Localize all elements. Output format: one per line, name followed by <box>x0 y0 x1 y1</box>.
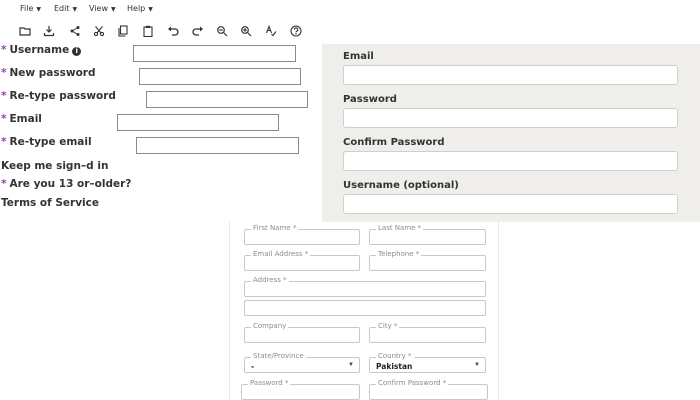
state-province-select[interactable]: State/Province - ▼ <box>244 352 360 373</box>
menu-view[interactable]: View ▼ <box>89 4 116 13</box>
email-label: Email <box>343 51 374 62</box>
new-password-input[interactable] <box>139 68 301 85</box>
terms-of-service-link[interactable]: Terms of Service <box>1 197 99 209</box>
first-name-field[interactable]: First Name * <box>244 224 360 245</box>
required-mark: * <box>1 44 7 56</box>
menu-file-label: File <box>20 4 34 13</box>
help-icon[interactable] <box>287 22 305 40</box>
chevron-down-icon: ▼ <box>148 6 153 13</box>
spellcheck-icon[interactable] <box>262 22 280 40</box>
country-label: Country * <box>376 352 414 360</box>
new-password-label: * New password <box>1 67 95 79</box>
telephone-field[interactable]: Telephone * <box>369 250 486 271</box>
menu-file[interactable]: File ▼ <box>20 4 41 13</box>
download-icon[interactable] <box>40 22 58 40</box>
copy-icon[interactable] <box>114 22 132 40</box>
confirm-password-field[interactable]: Confirm Password * <box>369 379 488 400</box>
menu-help-label: Help <box>127 4 146 13</box>
username-optional-label: Username (optional) <box>343 180 459 191</box>
username-label: * Username i <box>1 44 82 56</box>
toolbar <box>0 18 700 44</box>
confirm-password-input[interactable] <box>343 151 678 171</box>
country-value: Pakistan <box>376 362 413 371</box>
chevron-down-icon: ▼ <box>110 6 116 13</box>
redo-icon[interactable] <box>189 22 207 40</box>
first-name-label: First Name * <box>251 224 299 232</box>
address-form-card: First Name * Last Name * Email Address *… <box>229 222 499 400</box>
age-question-label[interactable]: * Are you 13 or–older? <box>1 178 131 190</box>
company-field[interactable]: Company <box>244 322 360 343</box>
required-mark: * <box>1 67 7 79</box>
required-mark: * <box>1 90 7 102</box>
retype-email-label-text: Re-type email <box>9 136 92 148</box>
company-label: Company <box>251 322 289 330</box>
country-select[interactable]: Country * Pakistan ▼ <box>369 352 486 373</box>
state-province-label: State/Province <box>251 352 306 360</box>
folder-open-icon[interactable] <box>16 22 34 40</box>
username-input[interactable] <box>133 45 296 62</box>
email-input[interactable] <box>117 114 279 131</box>
address-label: Address * <box>251 276 289 284</box>
retype-password-input[interactable] <box>146 91 308 108</box>
confirm-password-label: Confirm Password * <box>376 379 449 387</box>
menu-edit[interactable]: Edit ▼ <box>54 4 77 13</box>
chevron-down-icon: ▼ <box>474 362 480 368</box>
username-label-text: Username <box>9 44 70 56</box>
required-mark: * <box>1 113 7 125</box>
username-optional-input[interactable] <box>343 194 678 214</box>
email-label: * Email <box>1 113 42 125</box>
age-question-label-text: Are you 13 or–older? <box>9 178 132 190</box>
new-password-label-text: New password <box>9 67 96 79</box>
menu-help[interactable]: Help ▼ <box>127 4 153 13</box>
city-field[interactable]: City * <box>369 322 486 343</box>
confirm-password-label: Confirm Password <box>343 137 445 148</box>
chevron-down-icon: ▼ <box>72 6 78 13</box>
password-label: Password * <box>248 379 291 387</box>
retype-password-label-text: Re-type password <box>9 90 116 102</box>
telephone-label: Telephone * <box>376 250 422 258</box>
address-field[interactable]: Address * <box>244 276 486 297</box>
required-mark: * <box>1 136 7 148</box>
menu-edit-label: Edit <box>54 4 70 13</box>
signup-panel: Email Password Confirm Password Username… <box>322 44 700 222</box>
menu-view-label: View <box>89 4 108 13</box>
password-input[interactable] <box>343 108 678 128</box>
menu-bar: File ▼ Edit ▼ View ▼ Help ▼ <box>0 0 700 18</box>
email-address-field[interactable]: Email Address * <box>244 250 360 271</box>
retype-email-input[interactable] <box>136 137 299 154</box>
password-label: Password <box>343 94 397 105</box>
state-province-value: - <box>251 362 255 371</box>
retype-email-label: * Re-type email <box>1 136 92 148</box>
required-mark: * <box>1 178 7 190</box>
info-icon[interactable]: i <box>72 47 82 56</box>
email-input[interactable] <box>343 65 678 85</box>
scissors-icon[interactable] <box>90 22 108 40</box>
email-label-text: Email <box>9 113 42 125</box>
email-address-label: Email Address * <box>251 250 311 258</box>
chevron-down-icon: ▼ <box>36 6 42 13</box>
address-line-2-field[interactable] <box>244 300 486 316</box>
retype-password-label: * Re-type password <box>1 90 116 102</box>
chevron-down-icon: ▼ <box>348 362 354 368</box>
paste-icon[interactable] <box>139 22 157 40</box>
share-icon[interactable] <box>66 22 84 40</box>
zoom-out-icon[interactable] <box>213 22 231 40</box>
undo-icon[interactable] <box>164 22 182 40</box>
last-name-label: Last Name * <box>376 224 424 232</box>
last-name-field[interactable]: Last Name * <box>369 224 486 245</box>
keep-signed-in-label[interactable]: Keep me sign–d in <box>1 160 108 172</box>
password-field[interactable]: Password * <box>241 379 360 400</box>
city-label: City * <box>376 322 400 330</box>
zoom-in-icon[interactable] <box>237 22 255 40</box>
